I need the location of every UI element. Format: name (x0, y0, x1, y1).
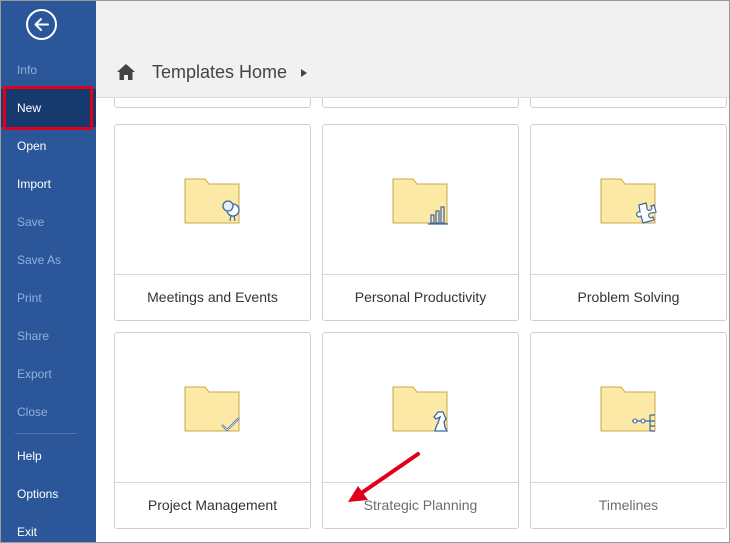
breadcrumb[interactable]: Templates Home (152, 62, 287, 83)
nav-share[interactable]: Share (1, 317, 96, 355)
app-window: Info New Open Import Save Save As Print … (0, 0, 730, 543)
nav-help[interactable]: Help (1, 437, 96, 475)
back-arrow-icon (34, 18, 49, 31)
checkmark-icon (184, 386, 240, 432)
back-button[interactable] (26, 9, 57, 40)
timeline-icon (600, 386, 656, 432)
nav-save[interactable]: Save (1, 203, 96, 241)
template-tile-partial[interactable] (530, 98, 727, 108)
nav-save-as[interactable]: Save As (1, 241, 96, 279)
nav-open[interactable]: Open (1, 127, 96, 165)
nav-close[interactable]: Close (1, 393, 96, 431)
chess-knight-icon (392, 386, 449, 432)
annotation-arrow-icon (348, 452, 420, 502)
new-highlight-box (3, 86, 93, 130)
meetings-icon (184, 178, 240, 224)
tile-problem-solving[interactable]: Problem Solving (530, 124, 727, 321)
tile-personal-productivity[interactable]: Personal Productivity (322, 124, 519, 321)
tile-label: Project Management (147, 497, 278, 513)
template-tile-partial[interactable] (322, 98, 519, 108)
tile-project-management[interactable]: Project Management (114, 332, 311, 529)
nav-info[interactable]: Info (1, 51, 96, 89)
home-icon[interactable] (116, 62, 136, 82)
tile-label: Timelines (598, 497, 659, 513)
chevron-right-icon[interactable] (301, 69, 307, 77)
productivity-chart-icon (392, 178, 448, 225)
nav-print[interactable]: Print (1, 279, 96, 317)
header: Templates Home (96, 1, 729, 98)
nav-export[interactable]: Export (1, 355, 96, 393)
tile-meetings-and-events[interactable]: Meetings and Events (114, 124, 311, 321)
nav-import[interactable]: Import (1, 165, 96, 203)
tile-label: Problem Solving (577, 289, 680, 305)
sidebar-divider (15, 433, 77, 434)
puzzle-icon (600, 178, 657, 224)
tile-timelines[interactable]: Timelines (530, 332, 727, 529)
sidebar: Info New Open Import Save Save As Print … (1, 1, 96, 542)
templates-grid: Meetings and Events Personal Productivit… (96, 98, 729, 542)
tile-label: Meetings and Events (147, 289, 278, 305)
nav-exit[interactable]: Exit (1, 513, 96, 542)
tile-label: Personal Productivity (354, 289, 487, 305)
template-tile-partial[interactable] (114, 98, 311, 108)
nav-options[interactable]: Options (1, 475, 96, 513)
